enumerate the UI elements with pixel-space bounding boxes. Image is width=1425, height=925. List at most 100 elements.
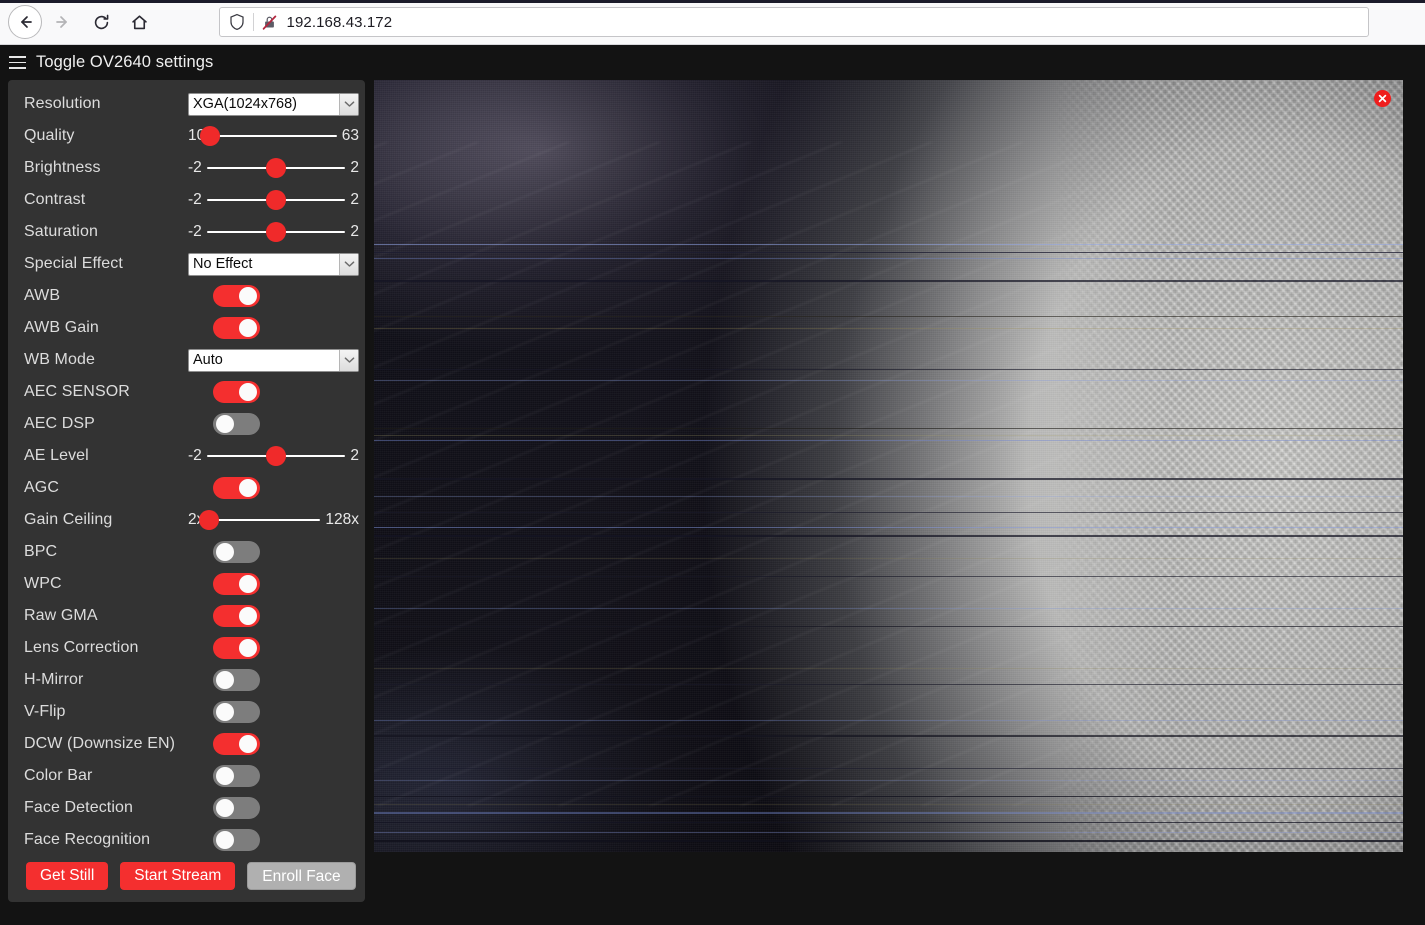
awb-gain-toggle[interactable] xyxy=(213,317,260,339)
shield-icon[interactable] xyxy=(228,13,246,31)
label-wpc: WPC xyxy=(16,575,188,593)
setting-row-gain-ceiling: Gain Ceiling 2x 128x xyxy=(16,504,357,536)
quality-slider-thumb[interactable] xyxy=(200,126,220,146)
resolution-select[interactable]: XGA(1024x768) xyxy=(188,93,359,116)
quality-slider[interactable] xyxy=(210,127,337,145)
aec-sensor-toggle[interactable] xyxy=(213,381,260,403)
ae-level-slider-thumb[interactable] xyxy=(266,446,286,466)
ae-level-min-label: -2 xyxy=(188,447,202,465)
gain-ceiling-max-label: 128x xyxy=(325,511,359,529)
wpc-toggle[interactable] xyxy=(213,573,260,595)
contrast-slider-thumb[interactable] xyxy=(266,190,286,210)
scanline xyxy=(374,768,1403,769)
lens-correction-toggle[interactable] xyxy=(213,637,260,659)
setting-row-ae-level: AE Level -2 2 xyxy=(16,440,357,472)
saturation-slider[interactable] xyxy=(207,223,346,241)
raw-gma-toggle[interactable] xyxy=(213,605,260,627)
widget-quality: 10 63 xyxy=(188,120,359,152)
back-button[interactable] xyxy=(8,5,42,39)
setting-row-h-mirror: H-Mirror xyxy=(16,664,357,696)
toggle-knob xyxy=(239,287,257,305)
ae-level-slider[interactable] xyxy=(207,447,346,465)
label-face-detection: Face Detection xyxy=(16,799,188,817)
gain-ceiling-slider[interactable] xyxy=(209,511,320,529)
page-body: Toggle OV2640 settings Resolution XGA(10… xyxy=(0,45,1425,925)
widget-agc xyxy=(188,472,357,504)
setting-row-dcw: DCW (Downsize EN) xyxy=(16,728,357,760)
bpc-toggle[interactable] xyxy=(213,541,260,563)
scanline xyxy=(374,435,1403,436)
setting-row-awb: AWB xyxy=(16,280,357,312)
wb-mode-select-shell: Auto xyxy=(188,349,359,372)
toggle-knob xyxy=(239,383,257,401)
scanline xyxy=(374,720,1403,721)
brightness-max-label: 2 xyxy=(350,159,359,177)
close-icon[interactable] xyxy=(1374,90,1391,107)
label-saturation: Saturation xyxy=(16,223,188,241)
enroll-face-button[interactable]: Enroll Face xyxy=(247,862,355,890)
scanline xyxy=(374,626,1403,627)
color-bar-toggle[interactable] xyxy=(213,765,260,787)
scanline xyxy=(374,668,1403,669)
forward-button[interactable] xyxy=(46,5,80,39)
camera-settings-panel: Resolution XGA(1024x768) xyxy=(8,80,365,902)
scanline xyxy=(374,258,1403,259)
awb-toggle[interactable] xyxy=(213,285,260,307)
setting-row-v-flip: V-Flip xyxy=(16,696,357,728)
urlbar-container: 192.168.43.172 xyxy=(158,7,1419,37)
gain-ceiling-slider-thumb[interactable] xyxy=(199,510,219,530)
aec-dsp-toggle[interactable] xyxy=(213,413,260,435)
brightness-min-label: -2 xyxy=(188,159,202,177)
url-text[interactable]: 192.168.43.172 xyxy=(287,14,393,31)
start-stream-button[interactable]: Start Stream xyxy=(120,862,235,890)
dcw-toggle[interactable] xyxy=(213,733,260,755)
saturation-slider-thumb[interactable] xyxy=(266,222,286,242)
urlbar-divider xyxy=(253,13,254,31)
scanline xyxy=(374,684,1403,685)
setting-row-agc: AGC xyxy=(16,472,357,504)
face-recognition-toggle[interactable] xyxy=(213,829,260,851)
scanline xyxy=(374,558,1403,559)
saturation-max-label: 2 xyxy=(350,223,359,241)
scanline xyxy=(374,535,1403,537)
settings-toggle-header[interactable]: Toggle OV2640 settings xyxy=(0,45,1425,80)
setting-row-saturation: Saturation -2 2 xyxy=(16,216,357,248)
address-bar[interactable]: 192.168.43.172 xyxy=(219,7,1369,37)
setting-row-lens-correction: Lens Correction xyxy=(16,632,357,664)
agc-toggle[interactable] xyxy=(213,477,260,499)
special-effect-select[interactable]: No Effect xyxy=(188,253,359,276)
h-mirror-toggle[interactable] xyxy=(213,669,260,691)
contrast-slider[interactable] xyxy=(207,191,346,209)
face-detection-toggle[interactable] xyxy=(213,797,260,819)
scanline xyxy=(374,832,1403,833)
widget-bpc xyxy=(188,536,357,568)
broken-lock-icon[interactable] xyxy=(261,14,278,31)
widget-ae-level: -2 2 xyxy=(188,440,359,472)
gain-ceiling-slider-group: 2x 128x xyxy=(188,511,359,529)
main-content: Resolution XGA(1024x768) xyxy=(0,80,1425,902)
brightness-slider-thumb[interactable] xyxy=(266,158,286,178)
widget-dcw xyxy=(188,728,357,760)
reload-button[interactable] xyxy=(84,5,118,39)
toggle-knob xyxy=(216,671,234,689)
widget-aec-sensor xyxy=(188,376,357,408)
scanline xyxy=(374,380,1403,381)
get-still-button[interactable]: Get Still xyxy=(26,862,108,890)
label-contrast: Contrast xyxy=(16,191,188,209)
widget-h-mirror xyxy=(188,664,357,696)
widget-face-recognition xyxy=(188,824,357,856)
camera-stream-container: Lenovo xyxy=(374,80,1403,852)
home-button[interactable] xyxy=(122,5,156,39)
hamburger-icon[interactable] xyxy=(9,56,26,69)
toggle-knob xyxy=(216,799,234,817)
v-flip-toggle[interactable] xyxy=(213,701,260,723)
label-h-mirror: H-Mirror xyxy=(16,671,188,689)
widget-resolution: XGA(1024x768) xyxy=(188,88,359,120)
scanline xyxy=(374,280,1403,282)
setting-row-brightness: Brightness -2 2 xyxy=(16,152,357,184)
toggle-knob xyxy=(216,543,234,561)
scanline xyxy=(374,822,1403,823)
brightness-slider[interactable] xyxy=(207,159,346,177)
wb-mode-select[interactable]: Auto xyxy=(188,349,359,372)
scanline xyxy=(374,369,1403,370)
